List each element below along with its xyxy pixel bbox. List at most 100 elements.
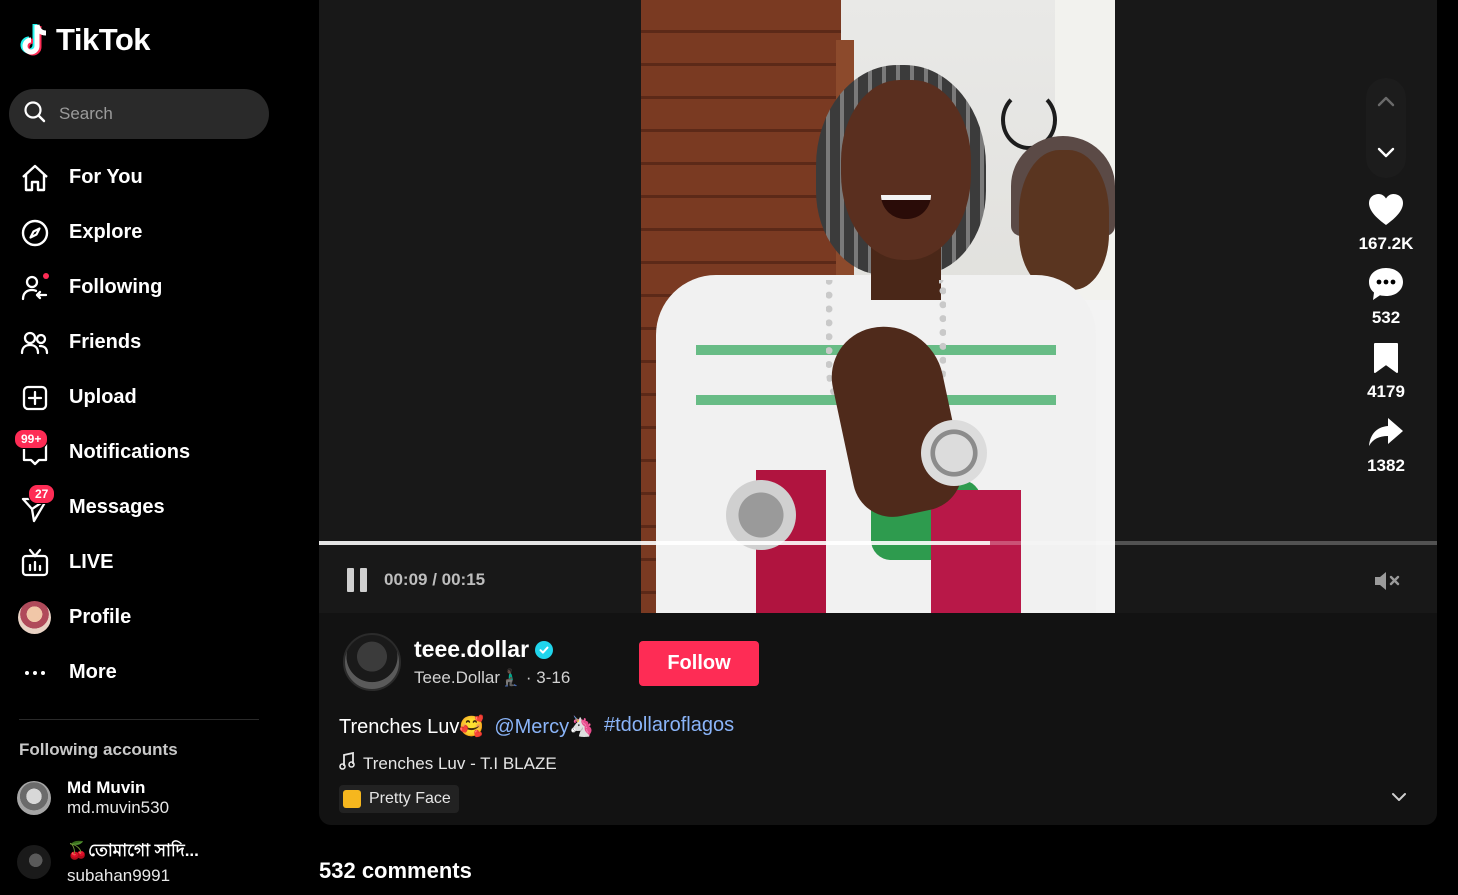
follow-button[interactable]: Follow xyxy=(639,641,759,686)
comment-icon xyxy=(1366,264,1406,304)
nav-label-more: More xyxy=(69,661,117,683)
nav-item-profile[interactable]: Profile xyxy=(0,590,282,645)
nav-item-more[interactable]: More xyxy=(0,645,282,700)
nav-label-notifications: Notifications xyxy=(69,441,191,463)
more-icon xyxy=(18,656,51,689)
nav-item-upload[interactable]: Upload xyxy=(0,370,282,425)
nav-item-live[interactable]: LIVE xyxy=(0,535,282,590)
nav-item-explore[interactable]: Explore xyxy=(0,205,282,260)
music-link[interactable]: Trenches Luv - T.I BLAZE xyxy=(339,751,557,775)
caption-text: Trenches Luv🥰 xyxy=(339,716,485,738)
nav-label-messages: Messages xyxy=(69,496,165,518)
share-icon xyxy=(1366,412,1406,452)
search-input[interactable] xyxy=(59,104,249,124)
effect-icon xyxy=(343,790,361,808)
avatar xyxy=(17,781,51,815)
like-action[interactable]: 167.2K xyxy=(1351,190,1421,254)
search-bar[interactable] xyxy=(9,89,269,139)
music-note-icon xyxy=(339,751,355,775)
comment-action[interactable]: 532 xyxy=(1351,264,1421,328)
video-scene-girl-face xyxy=(1019,150,1109,290)
verified-badge-icon xyxy=(535,640,554,659)
chevron-up-icon xyxy=(1377,96,1395,107)
following-dot xyxy=(43,273,49,279)
tiktok-logo[interactable]: TikTok xyxy=(18,22,151,58)
caption-hashtag-link[interactable]: #tdollaroflagos xyxy=(604,714,734,739)
nav-item-notifications[interactable]: 99+ Notifications xyxy=(0,425,282,480)
creator-handle-row[interactable]: teee.dollar xyxy=(414,636,554,663)
video-progress-fill xyxy=(319,541,990,545)
following-account-item[interactable]: 🍒তোমাগো সাদি... subahan9991 xyxy=(17,838,199,886)
caption-mention-link[interactable]: @Mercy🦄 xyxy=(494,714,594,739)
next-video-button[interactable] xyxy=(1374,140,1398,164)
share-count: 1382 xyxy=(1367,456,1405,475)
profile-avatar xyxy=(18,601,51,634)
mute-button[interactable] xyxy=(1373,570,1405,592)
friends-icon xyxy=(18,326,51,359)
search-icon xyxy=(23,100,47,129)
home-icon xyxy=(18,161,51,194)
save-count: 4179 xyxy=(1367,382,1405,401)
previous-video-button[interactable] xyxy=(1374,90,1398,114)
inbox-icon: 99+ xyxy=(14,429,51,469)
account-name: Md Muvin xyxy=(67,778,146,797)
like-count: 167.2K xyxy=(1358,234,1414,253)
avatar xyxy=(18,601,51,634)
nav-label-explore: Explore xyxy=(69,221,143,243)
pause-icon-bar xyxy=(360,568,367,592)
effect-label: Pretty Face xyxy=(369,790,451,807)
video-scene-guy-face xyxy=(841,80,971,260)
video-controls: 00:09 / 00:15 xyxy=(319,560,1437,600)
account-name: 🍒তোমাগো সাদি... xyxy=(67,841,199,860)
send-icon: 27 xyxy=(18,484,56,524)
bookmark-icon xyxy=(1366,338,1406,378)
following-account-item[interactable]: Md Muvin md.muvin530 xyxy=(17,778,169,818)
comment-count: 532 xyxy=(1371,308,1401,327)
video-scene-watch xyxy=(726,480,796,550)
creator-handle: teee.dollar xyxy=(414,636,530,662)
following-icon xyxy=(18,271,51,304)
chevron-down-icon xyxy=(1392,793,1406,801)
sidebar: TikTok For You Explore xyxy=(0,0,282,895)
upload-icon xyxy=(18,381,51,414)
music-title: Trenches Luv - T.I BLAZE xyxy=(363,753,557,773)
nav-label-profile: Profile xyxy=(69,606,132,628)
video-player[interactable]: 00:09 / 00:15 167.2K 532 4179 1382 xyxy=(319,0,1437,613)
action-bar: 167.2K 532 4179 1382 xyxy=(1351,190,1421,486)
video-navigation xyxy=(1366,78,1406,178)
save-action[interactable]: 4179 xyxy=(1351,338,1421,402)
comments-title: 532 comments xyxy=(319,858,472,883)
share-action[interactable]: 1382 xyxy=(1351,412,1421,476)
messages-badge: 27 xyxy=(28,484,56,504)
account-username: md.muvin530 xyxy=(67,798,170,817)
nav-label-following: Following xyxy=(69,276,163,298)
video-frame[interactable] xyxy=(641,0,1115,613)
expand-caption-button[interactable] xyxy=(1389,787,1409,807)
account-username: subahan9991 xyxy=(67,866,171,885)
nav-label-live: LIVE xyxy=(69,551,114,573)
tiktok-logo-icon xyxy=(18,22,52,58)
sidebar-divider xyxy=(19,719,259,720)
nav-item-following[interactable]: Following xyxy=(0,260,282,315)
creator-subtitle: Teee.Dollar🧎🏿‍♂️ · 3-16 xyxy=(414,668,571,687)
app-root: TikTok For You Explore xyxy=(0,0,1458,895)
heart-icon xyxy=(1366,190,1406,230)
nav-item-messages[interactable]: 27 Messages xyxy=(0,480,282,535)
notifications-badge: 99+ xyxy=(14,429,49,449)
nav-label-for-you: For You xyxy=(69,166,143,188)
avatar xyxy=(17,845,51,879)
effect-tag[interactable]: Pretty Face xyxy=(339,785,459,813)
video-time: 00:09 / 00:15 xyxy=(384,570,486,589)
nav-label-upload: Upload xyxy=(69,386,137,408)
creator-avatar[interactable] xyxy=(343,633,401,691)
nav-item-for-you[interactable]: For You xyxy=(0,150,282,205)
video-progress-bar[interactable] xyxy=(319,541,1437,545)
nav-label-friends: Friends xyxy=(69,331,142,353)
pause-button[interactable] xyxy=(347,568,371,594)
video-info-panel: teee.dollar Teee.Dollar🧎🏿‍♂️ · 3-16 Foll… xyxy=(319,613,1437,825)
video-scene-pendant xyxy=(921,420,987,486)
chevron-down-icon xyxy=(1377,147,1395,158)
video-caption: Trenches Luv🥰 @Mercy🦄 #tdollaroflagos xyxy=(339,714,734,739)
pause-icon-bar xyxy=(347,568,354,592)
nav-item-friends[interactable]: Friends xyxy=(0,315,282,370)
